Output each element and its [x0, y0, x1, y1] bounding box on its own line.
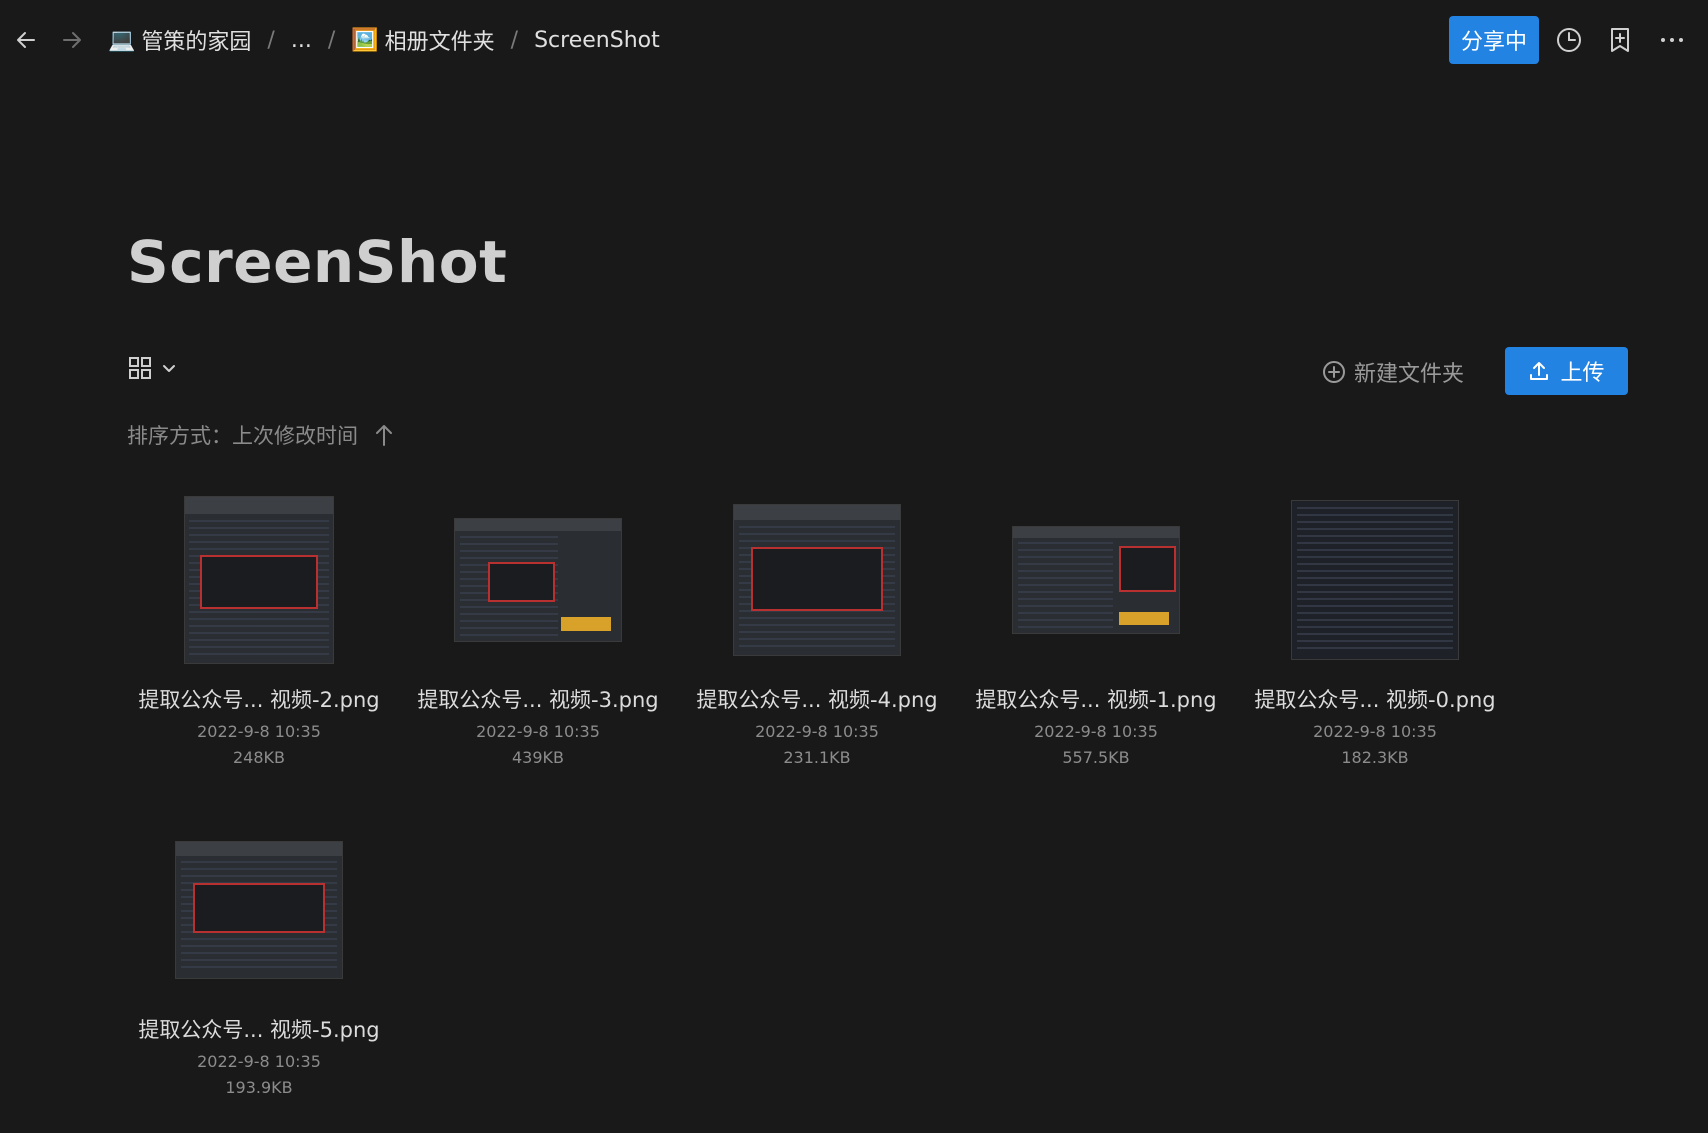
arrow-right-icon — [63, 32, 81, 48]
file-card[interactable]: 提取公众号... 视频-1.png 2022-9-8 10:35 557.5KB — [966, 490, 1226, 767]
grid-icon — [129, 357, 151, 379]
file-thumbnail — [687, 490, 947, 670]
breadcrumb-separator: / — [510, 27, 519, 53]
file-date: 2022-9-8 10:35 — [197, 722, 321, 741]
file-thumbnail — [129, 490, 389, 670]
arrow-up-icon[interactable] — [374, 423, 394, 447]
file-card[interactable]: 提取公众号... 视频-3.png 2022-9-8 10:35 439KB — [408, 490, 668, 767]
laptop-icon: 💻 — [108, 27, 136, 53]
file-size: 231.1KB — [783, 748, 851, 767]
breadcrumb-label: 相册文件夹 — [384, 30, 495, 55]
new-folder-button[interactable]: 新建文件夹 — [1322, 356, 1464, 388]
file-date: 2022-9-8 10:35 — [476, 722, 600, 741]
file-name: 提取公众号... 视频-1.png — [975, 688, 1217, 712]
screenshot-thumbnail — [733, 504, 901, 656]
bookmark-button[interactable] — [1602, 22, 1638, 58]
file-size: 193.9KB — [225, 1078, 293, 1097]
file-size: 182.3KB — [1341, 748, 1409, 767]
breadcrumb-item-album[interactable]: 🖼️ 相册文件夹 — [351, 24, 494, 56]
more-icon — [1661, 38, 1683, 42]
plus-circle-icon — [1323, 361, 1345, 383]
sort-label[interactable]: 排序方式：上次修改时间 — [127, 420, 358, 450]
breadcrumb-label: ScreenShot — [534, 27, 660, 53]
share-button[interactable]: 分享中 — [1449, 16, 1539, 64]
file-size: 557.5KB — [1062, 748, 1130, 767]
bookmark-add-icon — [1611, 28, 1629, 52]
file-date: 2022-9-8 10:35 — [1313, 722, 1437, 741]
screenshot-thumbnail — [1012, 526, 1180, 634]
breadcrumb-separator: / — [327, 27, 336, 53]
file-thumbnail — [408, 490, 668, 670]
history-icon — [1557, 28, 1581, 52]
more-button[interactable] — [1654, 22, 1690, 58]
screenshot-thumbnail — [454, 518, 622, 642]
file-name: 提取公众号... 视频-2.png — [138, 688, 380, 712]
screenshot-thumbnail — [1291, 500, 1459, 660]
breadcrumb: 💻 管策的家园 / ... / 🖼️ 相册文件夹 / ScreenShot — [108, 22, 660, 58]
view-mode-toggle[interactable] — [128, 356, 178, 380]
file-card[interactable]: 提取公众号... 视频-2.png 2022-9-8 10:35 248KB — [129, 490, 389, 767]
screenshot-thumbnail — [184, 496, 334, 664]
upload-button[interactable]: 上传 — [1505, 347, 1628, 395]
file-size: 439KB — [511, 748, 564, 767]
framed-picture-icon: 🖼️ — [351, 27, 379, 53]
top-bar: 💻 管策的家园 / ... / 🖼️ 相册文件夹 / ScreenShot 分享… — [0, 0, 1708, 80]
arrow-left-icon — [17, 32, 35, 48]
breadcrumb-item-ellipsis[interactable]: ... — [291, 28, 312, 53]
file-date: 2022-9-8 10:35 — [197, 1052, 321, 1071]
new-folder-label: 新建文件夹 — [1354, 362, 1465, 387]
file-card[interactable]: 提取公众号... 视频-0.png 2022-9-8 10:35 182.3KB — [1245, 490, 1505, 767]
upload-icon — [1530, 362, 1549, 380]
upload-label: 上传 — [1560, 361, 1605, 386]
screenshot-thumbnail — [175, 841, 343, 979]
file-date: 2022-9-8 10:35 — [755, 722, 879, 741]
breadcrumb-label: ... — [290, 27, 312, 53]
file-thumbnail — [129, 820, 389, 1000]
file-size: 248KB — [232, 748, 285, 767]
breadcrumb-label: 管策的家园 — [141, 30, 252, 55]
file-name: 提取公众号... 视频-4.png — [696, 688, 938, 712]
file-thumbnail — [966, 490, 1226, 670]
breadcrumb-item-current[interactable]: ScreenShot — [534, 28, 660, 53]
file-date: 2022-9-8 10:35 — [1034, 722, 1158, 741]
forward-button[interactable] — [54, 22, 90, 58]
history-button[interactable] — [1551, 22, 1587, 58]
back-button[interactable] — [8, 22, 44, 58]
file-card[interactable]: 提取公众号... 视频-4.png 2022-9-8 10:35 231.1KB — [687, 490, 947, 767]
file-name: 提取公众号... 视频-3.png — [417, 688, 659, 712]
breadcrumb-item-home[interactable]: 💻 管策的家园 — [108, 24, 251, 56]
file-name: 提取公众号... 视频-5.png — [138, 1018, 380, 1042]
sort-control: 排序方式：上次修改时间 — [127, 420, 394, 450]
breadcrumb-separator: / — [267, 27, 275, 53]
file-name: 提取公众号... 视频-0.png — [1254, 688, 1496, 712]
page-title: ScreenShot — [127, 228, 508, 296]
file-card[interactable]: 提取公众号... 视频-5.png 2022-9-8 10:35 193.9KB — [129, 820, 389, 1097]
file-thumbnail — [1245, 490, 1505, 670]
chevron-down-icon — [163, 365, 175, 372]
